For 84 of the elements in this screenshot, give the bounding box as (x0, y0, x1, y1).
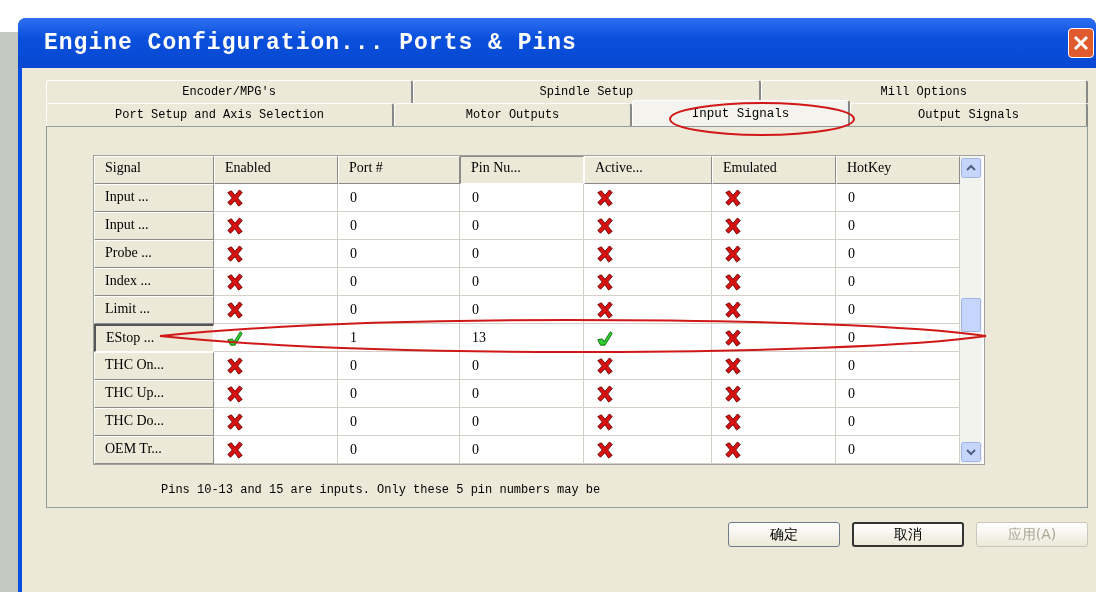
column-header[interactable]: Signal (94, 156, 214, 184)
row-header[interactable]: Input ... (94, 184, 214, 212)
scroll-down-icon[interactable] (961, 442, 981, 462)
scroll-thumb[interactable] (961, 298, 981, 332)
column-header[interactable]: HotKey (836, 156, 960, 184)
cross-icon[interactable] (724, 328, 742, 347)
table-cell: 0 (338, 408, 460, 436)
row-header[interactable]: EStop ... (94, 324, 214, 352)
tab[interactable]: Port Setup and Axis Selection (46, 103, 394, 126)
cross-icon[interactable] (724, 216, 742, 235)
tab[interactable]: Encoder/MPG's (46, 80, 414, 103)
cross-icon[interactable] (226, 300, 244, 319)
cross-icon[interactable] (226, 216, 244, 235)
cross-icon[interactable] (724, 300, 742, 319)
column-header[interactable]: Port # (338, 156, 460, 184)
cross-icon[interactable] (724, 384, 742, 403)
row-header[interactable]: Index ... (94, 268, 214, 296)
column-header[interactable]: Pin Nu... (460, 156, 584, 184)
table-cell: 0 (460, 380, 584, 408)
row-header[interactable]: Probe ... (94, 240, 214, 268)
cross-icon[interactable] (226, 272, 244, 291)
scroll-up-icon[interactable] (961, 158, 981, 178)
cross-icon[interactable] (226, 440, 244, 459)
scrollbar[interactable] (960, 156, 982, 464)
table-cell: 0 (338, 352, 460, 380)
info-text: Pins 10-13 and 15 are inputs. Only these 5 pin numbers may be (161, 483, 602, 497)
check-icon[interactable] (226, 328, 244, 347)
cross-icon[interactable] (596, 272, 614, 291)
cross-icon[interactable] (596, 216, 614, 235)
cross-icon[interactable] (596, 384, 614, 403)
cross-icon[interactable] (724, 272, 742, 291)
table-cell: 0 (338, 184, 460, 212)
cross-icon[interactable] (596, 188, 614, 207)
table-cell: 0 (460, 212, 584, 240)
column-header[interactable]: Active... (584, 156, 712, 184)
table-cell: 0 (338, 436, 460, 464)
cross-icon[interactable] (724, 356, 742, 375)
tab[interactable]: Spindle Setup (413, 80, 761, 103)
check-icon[interactable] (596, 328, 614, 347)
row-header[interactable]: THC On... (94, 352, 214, 380)
table-cell: 0 (460, 352, 584, 380)
tab[interactable]: Output Signals (850, 103, 1088, 126)
cross-icon[interactable] (596, 412, 614, 431)
column-header[interactable]: Enabled (214, 156, 338, 184)
table-cell: 0 (338, 240, 460, 268)
row-header[interactable]: THC Do... (94, 408, 214, 436)
table-cell: 0 (460, 436, 584, 464)
cross-icon[interactable] (724, 440, 742, 459)
cross-icon[interactable] (226, 412, 244, 431)
table-cell: 0 (460, 184, 584, 212)
cross-icon[interactable] (596, 440, 614, 459)
table-cell: 0 (338, 268, 460, 296)
window-title: Engine Configuration... Ports & Pins (44, 30, 577, 56)
table-cell: 0 (460, 240, 584, 268)
row-header[interactable]: Limit ... (94, 296, 214, 324)
cross-icon[interactable] (724, 188, 742, 207)
cross-icon[interactable] (226, 384, 244, 403)
cross-icon[interactable] (226, 244, 244, 263)
cross-icon[interactable] (724, 244, 742, 263)
cross-icon[interactable] (226, 188, 244, 207)
cross-icon[interactable] (596, 356, 614, 375)
table-cell: 13 (460, 324, 584, 352)
row-header[interactable]: OEM Tr... (94, 436, 214, 464)
table-cell: 0 (338, 380, 460, 408)
table-cell: 0 (460, 408, 584, 436)
cross-icon[interactable] (596, 300, 614, 319)
row-header[interactable]: THC Up... (94, 380, 214, 408)
table-cell: 1 (338, 324, 460, 352)
table-cell: 0 (460, 296, 584, 324)
dialog-button[interactable]: 取消 (852, 522, 964, 547)
table-cell: 0 (460, 268, 584, 296)
cross-icon[interactable] (596, 244, 614, 263)
tab[interactable]: Mill Options (760, 80, 1088, 103)
tab[interactable]: Motor Outputs (394, 103, 632, 126)
table-cell: 0 (338, 296, 460, 324)
cross-icon[interactable] (226, 356, 244, 375)
close-icon (1072, 34, 1090, 52)
cross-icon[interactable] (724, 412, 742, 431)
column-header[interactable]: Emulated (712, 156, 836, 184)
dialog-button[interactable]: 确定 (728, 522, 840, 547)
tab[interactable]: Input Signals (632, 100, 850, 126)
close-button[interactable] (1068, 28, 1094, 58)
row-header[interactable]: Input ... (94, 212, 214, 240)
table-cell: 0 (338, 212, 460, 240)
